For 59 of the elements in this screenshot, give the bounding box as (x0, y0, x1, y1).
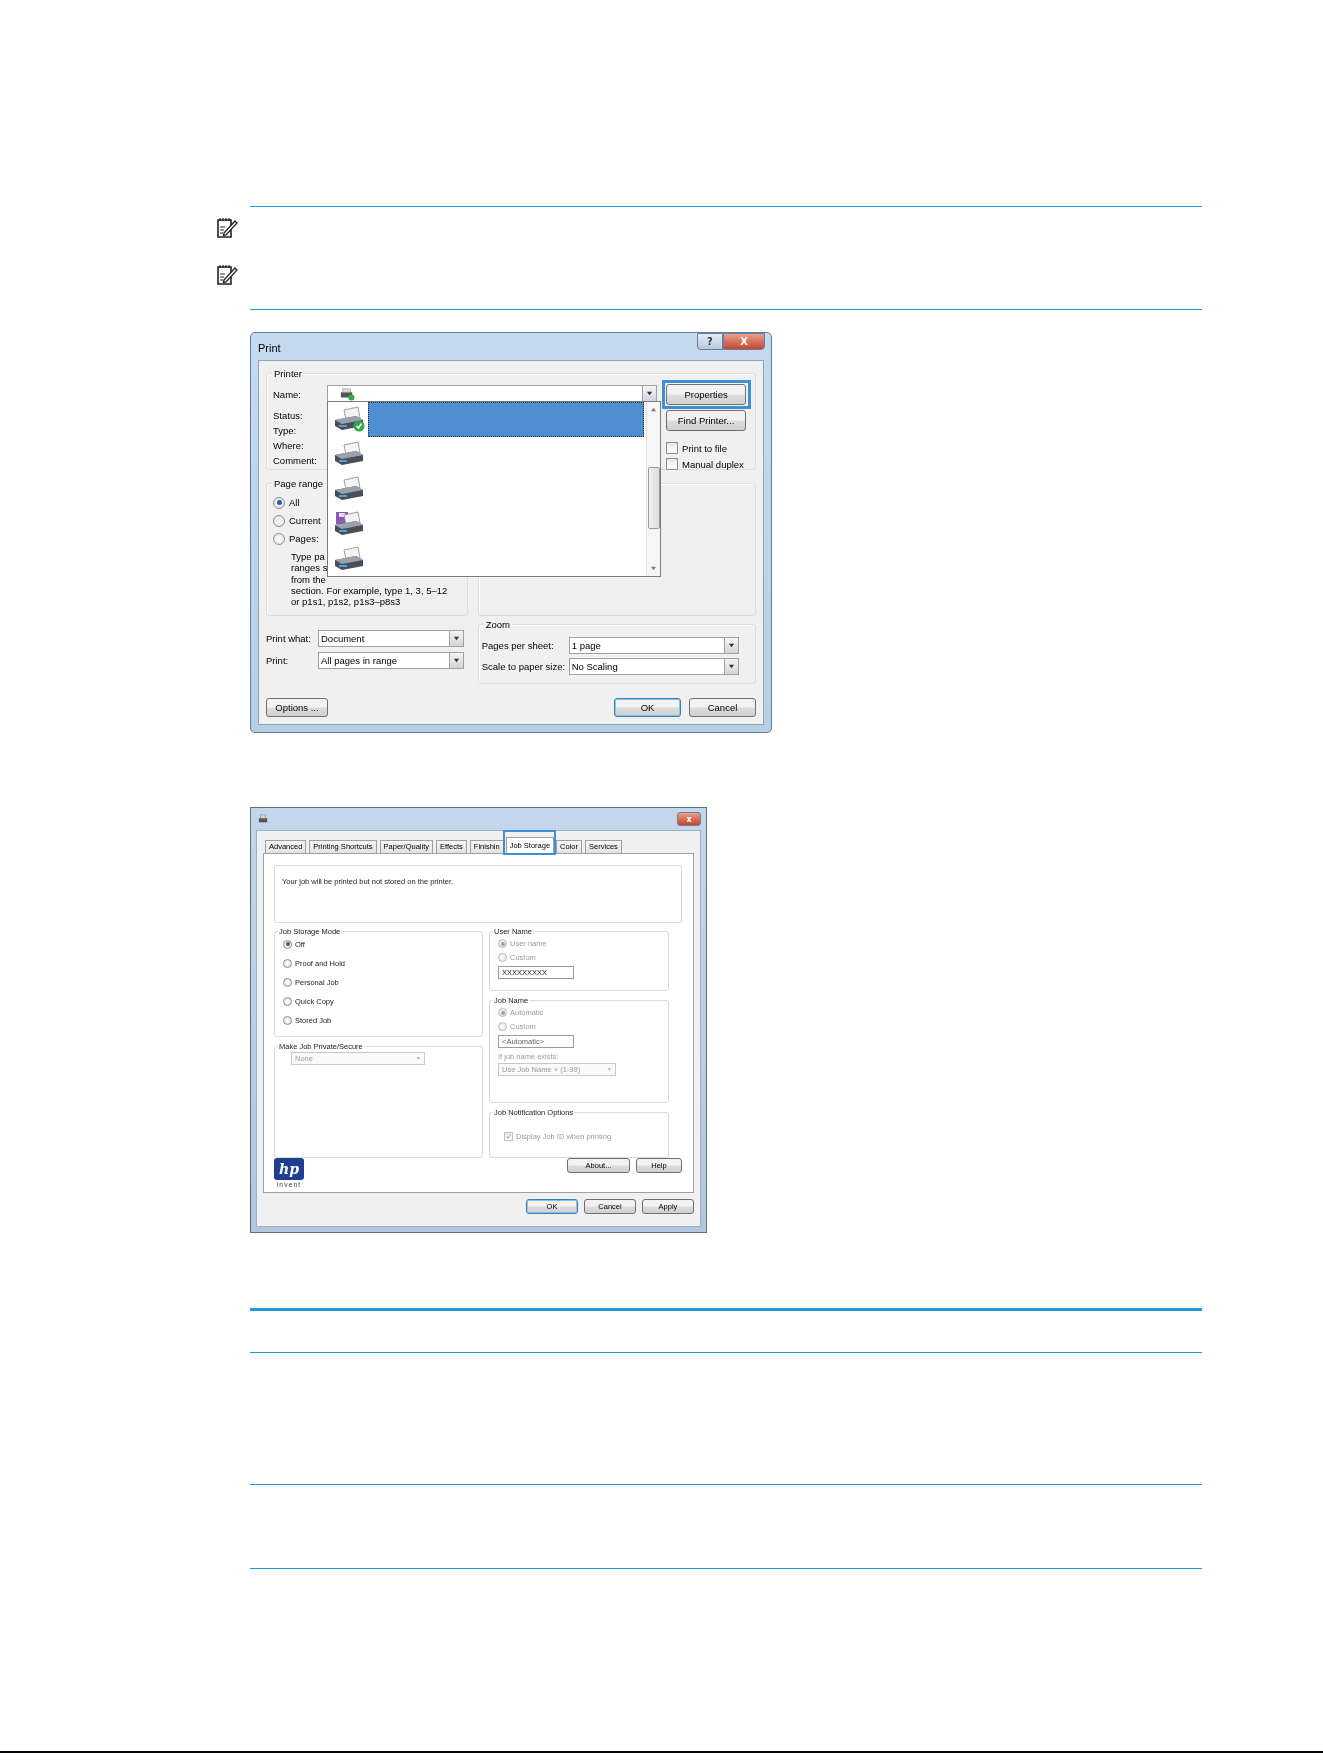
dropdown[interactable]: All pages in range (318, 652, 464, 669)
field-label: Print what: (266, 632, 312, 645)
dialog-button[interactable]: Cancel (689, 698, 756, 717)
help-button[interactable]: ? (697, 333, 723, 350)
scrollbar[interactable] (646, 402, 661, 576)
printer-icon (332, 406, 367, 433)
scroll-up-icon (650, 406, 658, 413)
field-label: Print: (266, 654, 290, 667)
radio-button[interactable] (283, 977, 292, 987)
dialog-button[interactable]: Properties (666, 384, 747, 405)
scroll-down-icon (650, 565, 658, 572)
dropdown[interactable]: Document (318, 630, 464, 647)
dialog-button[interactable]: Options ... (266, 698, 328, 717)
checkbox-label: Manual duplex (682, 458, 744, 470)
dropdown-arrow-icon (416, 1056, 421, 1061)
field-label: Name: (273, 389, 302, 401)
hint-text: Type pa (291, 551, 326, 563)
radio-button[interactable] (273, 532, 285, 545)
checkbox-label: Print to file (682, 442, 727, 454)
dropdown-arrow-icon (453, 635, 460, 642)
checkbox[interactable] (666, 458, 679, 470)
checkbox[interactable] (666, 442, 679, 454)
field-label: Where: (273, 440, 305, 452)
printer-icon (257, 814, 269, 824)
field-label: Type: (273, 425, 298, 437)
dropdown-arrow-icon (727, 642, 735, 649)
field-label: Status: (273, 410, 304, 422)
radio-button[interactable] (283, 939, 292, 949)
radio-label: Current (289, 515, 321, 526)
radio-button[interactable] (283, 1015, 292, 1025)
hint-text: section. For example, type 1, 3, 5–12 (291, 584, 449, 597)
note-icon (215, 215, 239, 240)
radio-button[interactable] (273, 514, 285, 527)
hint-text: or p1s1, p1s2, p1s3–p8s3 (291, 596, 402, 608)
dropdown-arrow-icon (453, 657, 460, 664)
radio-label: All (289, 497, 300, 508)
group-label: Zoom (483, 619, 512, 630)
dialog-button[interactable]: OK (614, 698, 681, 717)
field-label: Pages per sheet: (481, 639, 555, 652)
note-icon (215, 262, 239, 287)
hint-text: ranges s (291, 562, 329, 574)
radio-label: Pages: (289, 533, 319, 544)
dropdown-arrow-icon (607, 1067, 612, 1072)
logo: hp (274, 1158, 304, 1180)
field-label: Scale to paper size: (481, 660, 567, 673)
hint-text: from the (291, 573, 327, 585)
dropdown[interactable]: 1 page (568, 637, 739, 654)
radio-button[interactable] (283, 958, 292, 968)
field-label: Comment: (273, 455, 318, 467)
group-label: Page range (272, 478, 326, 489)
window-title: Print (258, 342, 281, 354)
dropdown-arrow-icon (727, 663, 735, 670)
radio-button[interactable] (273, 496, 285, 509)
radio-button[interactable] (283, 996, 292, 1006)
printer-icon (338, 386, 357, 401)
dropdown-arrow-icon (646, 390, 654, 397)
dialog-button[interactable]: Find Printer... (666, 410, 747, 431)
dropdown[interactable]: No Scaling (568, 658, 739, 675)
group-label: Printer (272, 368, 304, 379)
